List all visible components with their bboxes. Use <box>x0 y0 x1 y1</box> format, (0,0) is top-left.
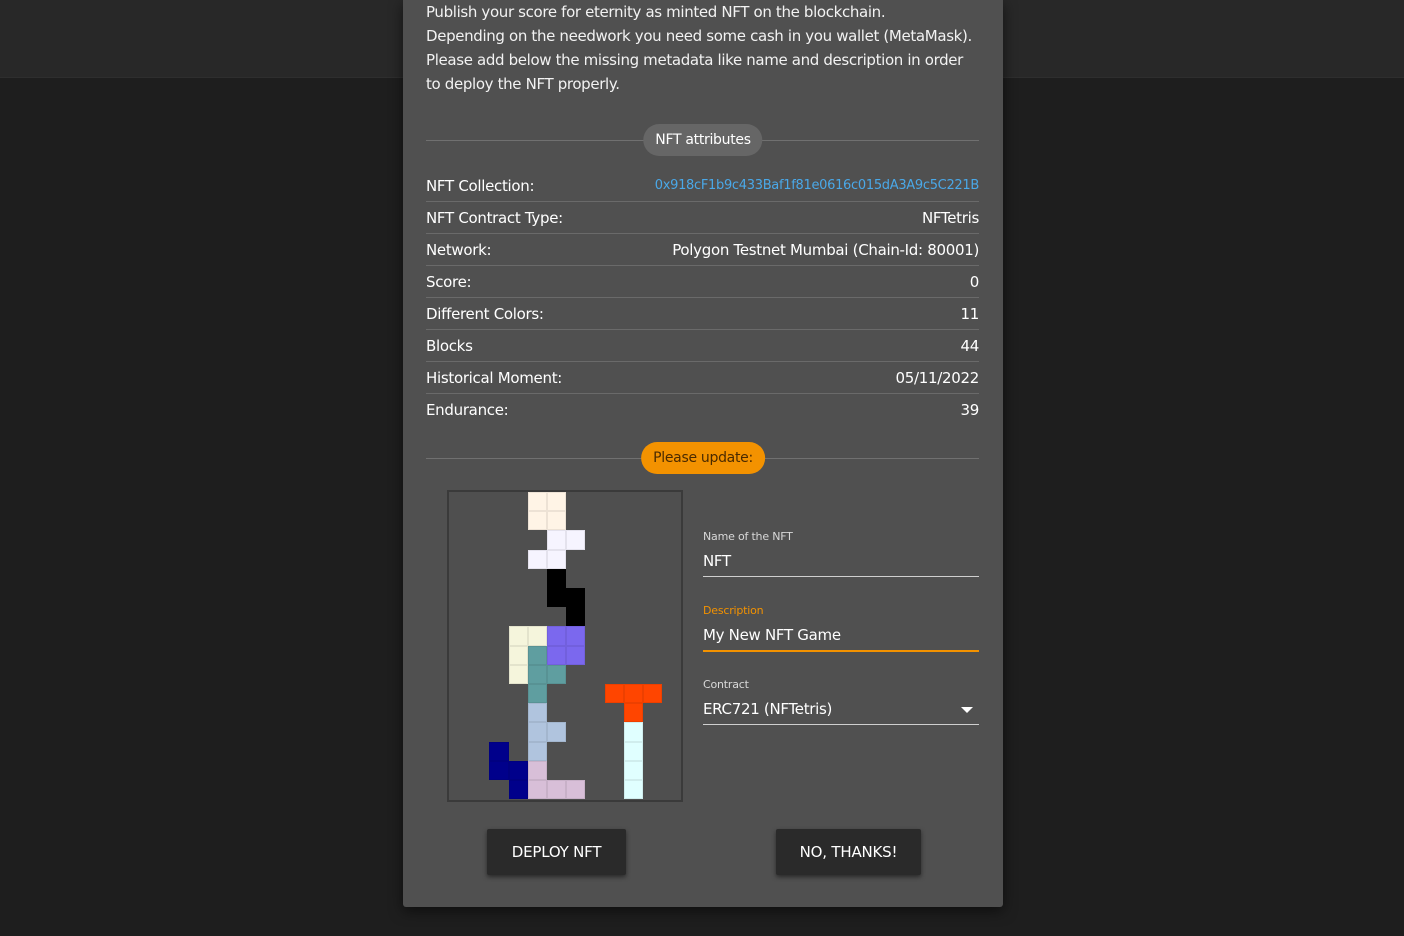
tetris-block <box>547 549 567 569</box>
tetris-block <box>527 703 547 723</box>
dropdown-arrow-icon[interactable] <box>961 707 973 713</box>
tetris-block <box>527 760 547 780</box>
attr-value: 0 <box>969 272 980 291</box>
attr-row-score: Score: 0 <box>426 266 979 298</box>
tetris-block <box>566 645 586 665</box>
attr-row-collection: NFT Collection: 0x918cF1b9c433Baf1f81e06… <box>426 170 979 202</box>
attr-label: Endurance: <box>426 400 509 419</box>
tetris-block <box>547 588 567 608</box>
nft-description-label: Description <box>703 604 764 617</box>
tetris-block <box>508 664 528 684</box>
tetris-block <box>547 530 567 550</box>
attr-value: 44 <box>960 336 980 355</box>
tetris-block <box>489 741 509 761</box>
attr-label: Network: <box>426 240 492 259</box>
tetris-block <box>623 780 643 800</box>
tetris-block <box>527 645 547 665</box>
tetris-block <box>489 760 509 780</box>
tetris-block <box>547 492 567 512</box>
attr-row-blocks: Blocks 44 <box>426 330 979 362</box>
tetris-block <box>566 607 586 627</box>
tetris-block <box>527 741 547 761</box>
attr-value: 05/11/2022 <box>895 368 980 387</box>
tetris-block <box>623 684 643 704</box>
tetris-block <box>643 684 663 704</box>
tetris-block <box>527 511 547 531</box>
tetris-block <box>623 703 643 723</box>
nft-description-input[interactable]: My New NFT Game <box>703 626 979 652</box>
tetris-block <box>527 780 547 800</box>
attr-label: Different Colors: <box>426 304 544 323</box>
nft-name-field[interactable]: Name of the NFT NFT <box>703 530 979 577</box>
tetris-block <box>623 741 643 761</box>
tetris-block <box>527 684 547 704</box>
tetris-block <box>527 664 547 684</box>
contract-select[interactable]: ERC721 (NFTetris) <box>703 700 979 725</box>
tetris-block <box>566 780 586 800</box>
deploy-nft-button[interactable]: DEPLOY NFT <box>487 829 626 875</box>
attr-value: 39 <box>960 400 980 419</box>
attr-label: NFT Collection: <box>426 176 535 195</box>
attr-row-contract-type: NFT Contract Type: NFTetris <box>426 202 979 234</box>
collection-address-link[interactable]: 0x918cF1b9c433Baf1f81e0616c015dA3A9c5C22… <box>655 178 980 193</box>
please-update-chip: Please update: <box>641 442 765 474</box>
tetris-block <box>527 549 547 569</box>
tetris-block <box>527 626 547 646</box>
attr-row-historical-moment: Historical Moment: 05/11/2022 <box>426 362 979 394</box>
attr-value: Polygon Testnet Mumbai (Chain-Id: 80001) <box>672 240 979 259</box>
tetris-block <box>508 780 528 800</box>
nft-name-input[interactable]: NFT <box>703 552 979 577</box>
attr-label: Blocks <box>426 336 473 355</box>
tetris-block <box>508 626 528 646</box>
tetris-block <box>566 626 586 646</box>
tetris-block <box>623 760 643 780</box>
attr-row-endurance: Endurance: 39 <box>426 394 979 425</box>
contract-select-field[interactable]: Contract ERC721 (NFTetris) <box>703 678 979 725</box>
contract-label: Contract <box>703 678 749 691</box>
tetris-block <box>508 645 528 665</box>
nft-description-field[interactable]: Description My New NFT Game <box>703 604 979 652</box>
tetris-block <box>527 492 547 512</box>
tetris-block <box>547 645 567 665</box>
nft-name-label: Name of the NFT <box>703 530 793 543</box>
attr-value: NFTetris <box>921 208 979 227</box>
deploy-nft-dialog: Publish your score for eternity as minte… <box>403 0 1003 907</box>
tetris-block <box>547 780 567 800</box>
intro-text: Publish your score for eternity as minte… <box>426 3 972 93</box>
no-thanks-button[interactable]: NO, THANKS! <box>776 829 921 875</box>
attr-row-colors: Different Colors: 11 <box>426 298 979 330</box>
attr-label: Score: <box>426 272 472 291</box>
tetris-block <box>547 626 567 646</box>
tetris-block <box>547 568 567 588</box>
tetris-block <box>508 760 528 780</box>
tetris-block <box>623 722 643 742</box>
attr-label: Historical Moment: <box>426 368 563 387</box>
tetris-block <box>547 722 567 742</box>
attr-value: 11 <box>960 304 980 323</box>
tetris-block <box>604 684 624 704</box>
nft-attributes-chip: NFT attributes <box>643 124 763 156</box>
attr-row-network: Network: Polygon Testnet Mumbai (Chain-I… <box>426 234 979 266</box>
tetris-block <box>547 664 567 684</box>
attr-label: NFT Contract Type: <box>426 208 563 227</box>
nft-attributes-table: NFT Collection: 0x918cF1b9c433Baf1f81e06… <box>426 170 979 425</box>
tetris-block <box>566 530 586 550</box>
tetris-block <box>566 588 586 608</box>
tetris-block <box>547 511 567 531</box>
tetris-block <box>527 722 547 742</box>
tetris-board-preview <box>447 490 683 802</box>
contract-selected-value: ERC721 (NFTetris) <box>703 700 833 718</box>
